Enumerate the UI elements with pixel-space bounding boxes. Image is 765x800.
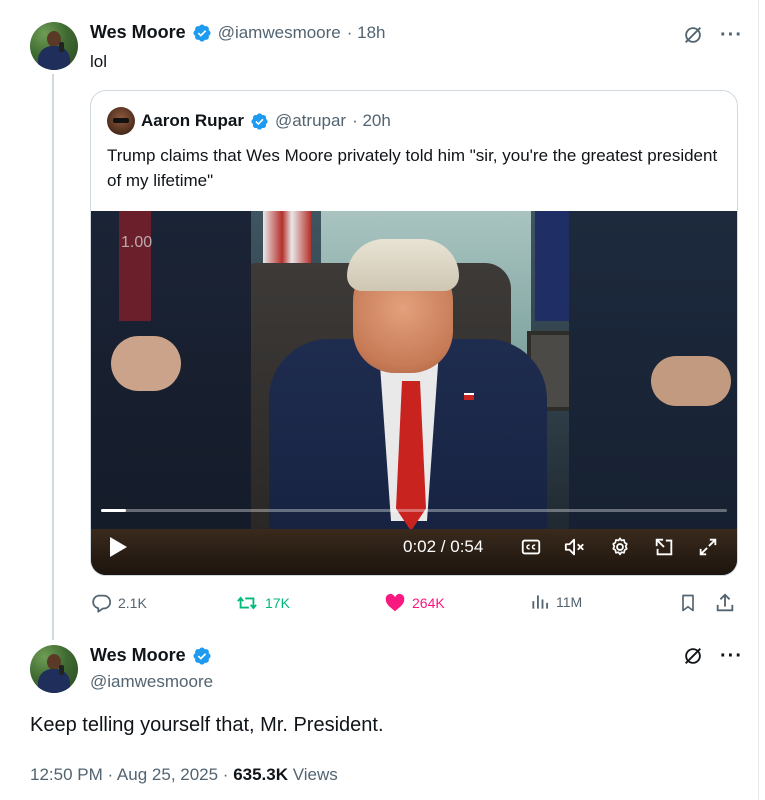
reply-author-handle[interactable]: @iamwesmoore [90, 672, 213, 692]
share-icon [716, 593, 734, 612]
views-count: 11M [556, 594, 583, 610]
retweet-icon [237, 596, 257, 610]
avatar[interactable] [30, 645, 78, 693]
bookmark-button[interactable] [678, 592, 698, 614]
video-time: 0:02 / 0:54 [403, 537, 484, 556]
verified-icon [193, 646, 211, 665]
video-frame [263, 211, 311, 271]
retweet-button[interactable]: 17K [235, 592, 290, 614]
reply-meta: 12:50 PM · Aug 25, 2025 · 635.3K Views [30, 765, 338, 785]
reply-top-actions: ··· [682, 645, 743, 667]
video-frame [347, 239, 459, 291]
video-player[interactable]: 1.00 0:02 / 0:54 [91, 211, 737, 575]
mute-icon[interactable] [562, 536, 588, 558]
tweet-actions: 2.1K 17K 264K 11M [90, 592, 740, 616]
author-name[interactable]: Wes Moore [90, 22, 186, 43]
views-icon [532, 595, 548, 609]
reply-views-label: Views [288, 765, 338, 784]
avatar[interactable] [30, 22, 78, 70]
verified-icon [193, 23, 211, 42]
tweet-text: lol [90, 52, 108, 71]
captions-icon[interactable] [520, 536, 542, 558]
video-frame [464, 393, 474, 400]
video-frame [651, 356, 731, 406]
playback-rate: 1.00 [121, 234, 153, 251]
retweet-count: 17K [265, 595, 290, 611]
share-button[interactable] [714, 592, 736, 614]
reply-text: Keep telling yourself that, Mr. Presiden… [30, 714, 384, 736]
video-frame [111, 336, 181, 391]
thread-line [52, 74, 54, 640]
reply-timestamp[interactable]: 12:50 PM · Aug 25, 2025 · [30, 765, 233, 784]
grok-icon[interactable] [682, 24, 704, 46]
video-controls: 0:02 / 0:54 [91, 527, 737, 567]
tweet-time[interactable]: · 18h [347, 23, 386, 43]
frame-divider [758, 0, 759, 800]
tweet-top-actions: ··· [682, 24, 743, 46]
reply-button[interactable]: 2.1K [90, 592, 147, 614]
author-handle[interactable]: @iamwesmoore [218, 23, 341, 43]
reply-views-count: 635.3K [233, 765, 289, 784]
reply-count: 2.1K [118, 595, 147, 611]
quote-text: Trump claims that Wes Moore privately to… [107, 146, 718, 190]
views-button[interactable]: 11M [530, 592, 582, 612]
more-icon[interactable]: ··· [720, 25, 743, 45]
video-progress-bar[interactable] [101, 509, 727, 512]
popout-icon[interactable] [653, 536, 675, 558]
quote-time[interactable]: · 20h [352, 111, 391, 131]
quoted-tweet[interactable]: Aaron Rupar @atrupar · 20h Trump claims … [90, 90, 738, 576]
reply-icon [92, 594, 112, 613]
settings-icon[interactable] [609, 536, 631, 558]
quote-header: Aaron Rupar @atrupar · 20h [107, 107, 391, 135]
bookmark-icon [682, 594, 694, 612]
verified-icon [251, 112, 268, 130]
like-count: 264K [412, 595, 445, 611]
fullscreen-icon[interactable] [697, 536, 719, 558]
like-button[interactable]: 264K [384, 592, 445, 614]
play-icon[interactable] [107, 535, 129, 559]
tweet-header: Wes Moore @iamwesmoore · 18h [90, 22, 386, 43]
like-icon [385, 593, 405, 612]
reply-header: Wes Moore [90, 645, 212, 666]
more-icon[interactable]: ··· [720, 646, 743, 666]
video-frame [119, 211, 151, 321]
quote-author-name[interactable]: Aaron Rupar [141, 111, 244, 131]
quote-avatar[interactable] [107, 107, 135, 135]
reply-author-name[interactable]: Wes Moore [90, 645, 186, 666]
grok-icon[interactable] [682, 645, 704, 667]
video-progress-fill [101, 509, 127, 512]
quote-author-handle[interactable]: @atrupar [275, 111, 346, 131]
